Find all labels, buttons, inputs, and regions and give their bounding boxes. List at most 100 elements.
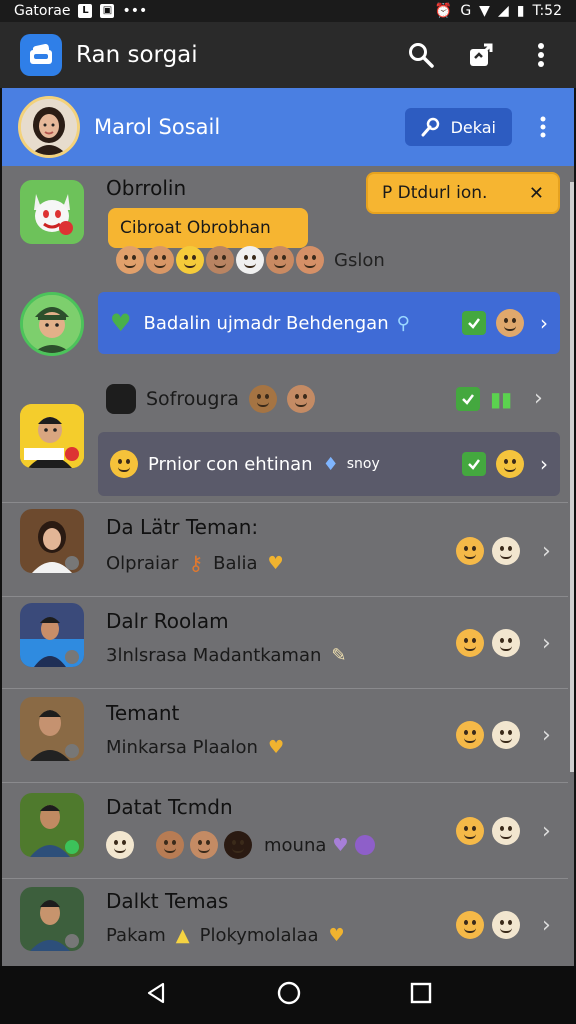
contact-thumbnail <box>20 793 84 857</box>
message-bar[interactable]: ♥ Badalin ujmadr Behdengan ⚲ › <box>98 292 560 354</box>
notification-icon: L <box>78 4 93 18</box>
chevron-right-icon[interactable]: › <box>540 452 548 476</box>
chevron-right-icon[interactable]: › <box>534 386 543 411</box>
preview-text-secondary: Plokymolalaa <box>199 925 319 946</box>
heart-icon: ♥ <box>332 834 349 856</box>
emoji-face-icon <box>456 537 484 565</box>
share-icon[interactable] <box>466 40 496 70</box>
back-icon[interactable] <box>144 981 168 1009</box>
profile-avatar[interactable] <box>18 96 80 158</box>
emoji-face-icon <box>456 817 484 845</box>
emoji-face-icon <box>496 309 524 337</box>
list-item[interactable]: Dalkt Temas Pakam ▲ Plokymolalaa ♥ › <box>2 878 568 966</box>
preview-text: mouna <box>264 834 327 856</box>
contact-preview: mouna ♥ <box>106 831 375 859</box>
list-item[interactable]: Temant Minkarsa Plaalon ♥ › <box>2 688 568 782</box>
bars-icon: ▮▮ <box>490 386 513 411</box>
heart-icon: ♥ <box>110 309 132 337</box>
chevron-right-icon[interactable]: › <box>542 631 551 656</box>
profile-action-button[interactable]: Dekai <box>404 108 512 146</box>
navigation-bar <box>0 966 576 1024</box>
emoji-face-icon <box>106 831 134 859</box>
contact-name: Dalkt Temas <box>106 889 229 913</box>
contact-name: Obrrolin <box>106 176 187 200</box>
chevron-right-icon[interactable]: › <box>542 819 551 844</box>
chevron-right-icon[interactable]: › <box>542 723 551 748</box>
emoji-face-icon <box>492 629 520 657</box>
contact-thumbnail <box>20 180 84 244</box>
notice-chip[interactable]: P Dtdurl ion. ✕ <box>366 172 560 214</box>
list-item[interactable]: ♥ Badalin ujmadr Behdengan ⚲ › <box>2 288 568 374</box>
badge-icon <box>354 835 375 855</box>
chevron-right-icon[interactable]: › <box>542 913 551 938</box>
contact-thumbnail <box>20 887 84 951</box>
contact-preview: 3lnlsrasa Madantkaman ✎ <box>106 645 347 666</box>
emoji-face-icon <box>248 385 277 413</box>
profile-header[interactable]: Marol Sosail Dekai <box>2 88 574 166</box>
chevron-right-icon[interactable]: › <box>540 311 548 335</box>
preview-text: Olpraiar <box>106 552 179 574</box>
home-icon[interactable] <box>276 980 302 1010</box>
list-item[interactable]: Dalr Roolam 3lnlsrasa Madantkaman ✎ › <box>2 596 568 688</box>
clock: T:52 <box>532 3 562 19</box>
emoji-face-icon <box>492 817 520 845</box>
wifi-icon: ▼ <box>479 3 490 19</box>
carrier-label: Gatorae <box>14 3 71 19</box>
contact-thumbnail <box>20 404 84 468</box>
message-bar-tail: snoy <box>346 456 380 472</box>
check-icon <box>462 311 486 335</box>
emoji-face-icon <box>456 629 484 657</box>
app-badge-icon <box>106 384 136 414</box>
heart-icon: ♥ <box>328 925 345 946</box>
preview-text: 3lnlsrasa Madantkaman <box>106 645 322 666</box>
chevron-right-icon[interactable]: › <box>542 539 551 564</box>
location-pin-icon: ♦ <box>322 453 339 475</box>
search-icon[interactable] <box>406 40 436 70</box>
emoji-face-icon <box>492 721 520 749</box>
emoji-face-icon <box>190 831 218 859</box>
list-item[interactable]: Da Lätr Teman: Olpraiar ⚷ Balia ♥ › <box>2 502 568 596</box>
contact-thumbnail <box>20 292 84 356</box>
emoji-face-icon <box>224 831 252 859</box>
emoji-face-icon <box>176 246 204 274</box>
contact-name: Dalr Roolam <box>106 609 229 633</box>
emoji-face-icon <box>266 246 294 274</box>
more-notifications-icon: ••• <box>122 3 148 19</box>
profile-name: Marol Sosail <box>94 115 221 139</box>
list-item[interactable]: Obrrolin P Dtdurl ion. ✕ Cibroat Obrobha… <box>2 166 568 288</box>
emoji-face-icon <box>456 911 484 939</box>
message-bar-text: Prnior con ehtinan <box>148 453 313 475</box>
list-item[interactable]: Sofrougra ▮▮ › Prnior con ehtinan ♦ snoy… <box>2 374 568 496</box>
header-overflow-icon[interactable] <box>528 109 558 145</box>
emoji-face-icon <box>496 450 524 478</box>
app-title: Ran sorgai <box>76 42 198 68</box>
key-icon: ⚷ <box>188 551 204 575</box>
emoji-face-icon <box>492 911 520 939</box>
message-bubble-text: Cibroat Obrobhan <box>120 218 271 238</box>
contact-preview: Pakam ▲ Plokymolalaa ♥ <box>106 925 345 946</box>
list-item[interactable]: Datat Tcmdn mouna ♥ › <box>2 782 568 878</box>
contact-name: Sofrougra <box>146 388 239 410</box>
status-bar: Gatorae L ▣ ••• ⏰ G ▼ ◢ ▮ T:52 <box>0 0 576 22</box>
recents-icon[interactable] <box>410 982 432 1008</box>
app-logo-icon <box>20 34 62 76</box>
contact-name: Temant <box>106 701 180 725</box>
contact-name: Datat Tcmdn <box>106 795 233 819</box>
emoji-face-icon <box>492 537 520 565</box>
overflow-menu-icon[interactable] <box>526 40 556 70</box>
emoji-face-icon <box>296 246 324 274</box>
check-icon <box>462 452 486 476</box>
preview-text-secondary: Balia <box>213 552 258 574</box>
close-icon[interactable]: ✕ <box>529 183 544 204</box>
app-bar: Ran sorgai <box>0 22 576 88</box>
message-notification-icon: ▣ <box>100 4 115 18</box>
emoji-face-icon <box>156 831 184 859</box>
emoji-face-icon <box>286 385 315 413</box>
message-bubble: Cibroat Obrobhan <box>108 208 308 248</box>
message-bar[interactable]: Prnior con ehtinan ♦ snoy › <box>98 432 560 496</box>
triangle-icon: ▲ <box>175 925 190 946</box>
scrollbar[interactable] <box>570 182 574 772</box>
g-icon: G <box>460 3 472 19</box>
heart-icon: ♥ <box>267 737 285 758</box>
contact-thumbnail <box>20 697 84 761</box>
